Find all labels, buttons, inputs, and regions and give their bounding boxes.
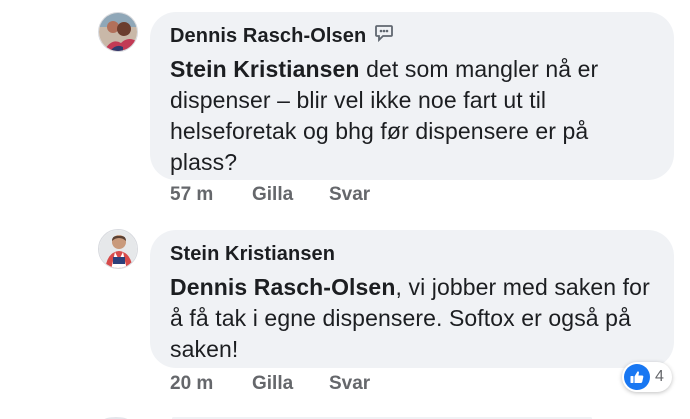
reply-button[interactable]: Svar xyxy=(329,184,370,206)
comment-actions: 57 m Gilla Svar xyxy=(170,184,370,206)
comment-actions: 20 m Gilla Svar xyxy=(170,373,370,395)
profile-photo-icon xyxy=(99,230,137,268)
comment-timestamp[interactable]: 57 m xyxy=(170,184,252,206)
reaction-summary[interactable]: 4 xyxy=(622,362,672,392)
next-comment-edge xyxy=(104,417,592,419)
reply-button[interactable]: Svar xyxy=(329,373,370,395)
avatar-dennis[interactable] xyxy=(98,12,138,52)
comment-author: Dennis Rasch-Olsen xyxy=(170,22,654,50)
author-name[interactable]: Stein Kristiansen xyxy=(170,243,335,266)
comment-timestamp[interactable]: 20 m xyxy=(170,373,252,395)
comment-thread: Dennis Rasch-Olsen Stein Kristiansen det… xyxy=(0,0,690,419)
comment-bubble: Dennis Rasch-Olsen Stein Kristiansen det… xyxy=(150,12,674,180)
mention-link[interactable]: Dennis Rasch-Olsen xyxy=(170,274,395,300)
author-name[interactable]: Dennis Rasch-Olsen xyxy=(170,25,366,48)
comment-bubble: Stein Kristiansen Dennis Rasch-Olsen, vi… xyxy=(150,230,674,368)
avatar-stein[interactable] xyxy=(98,229,138,269)
thumbs-up-icon xyxy=(624,364,650,390)
reaction-count: 4 xyxy=(655,368,664,385)
comment-text: Dennis Rasch-Olsen, vi jobber med saken … xyxy=(170,272,654,365)
profile-photo-icon xyxy=(99,13,137,51)
like-button[interactable]: Gilla xyxy=(252,373,329,395)
comment-author: Stein Kristiansen xyxy=(170,240,654,268)
like-button[interactable]: Gilla xyxy=(252,184,329,206)
mention-link[interactable]: Stein Kristiansen xyxy=(170,56,360,82)
comment-text: Stein Kristiansen det som mangler nå er … xyxy=(170,54,654,178)
messenger-chat-icon xyxy=(374,23,394,49)
